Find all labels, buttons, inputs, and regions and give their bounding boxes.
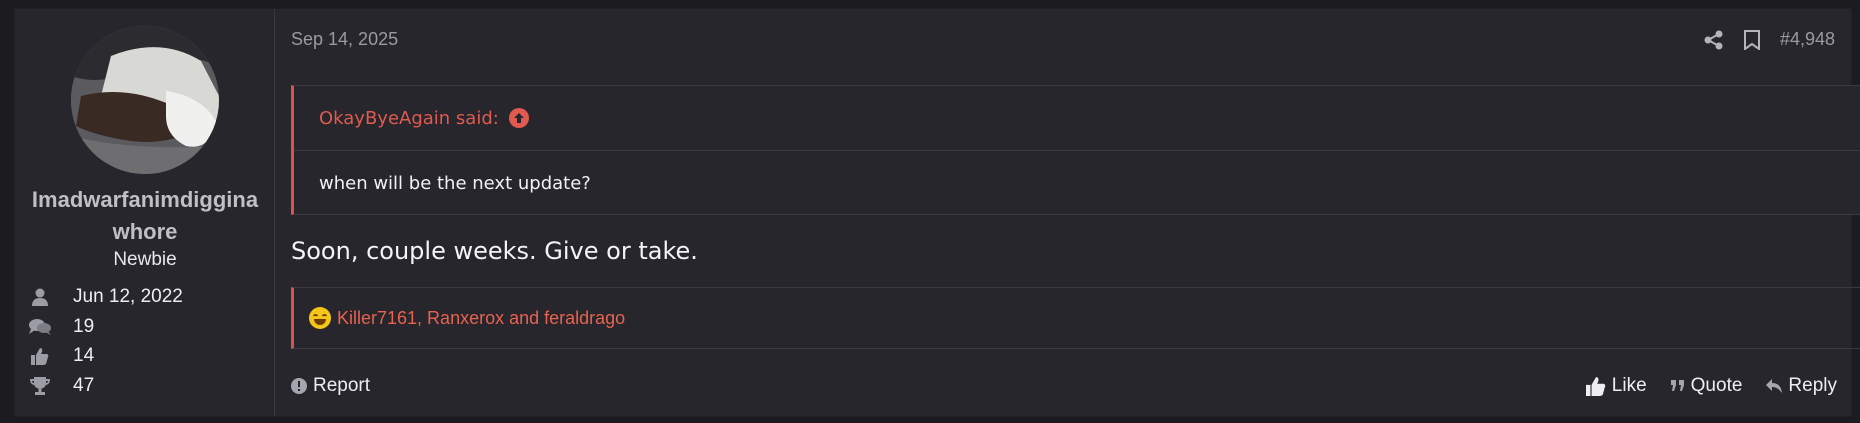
reply-label: Reply xyxy=(1788,375,1837,396)
post-actions-top: #4,948 xyxy=(1704,29,1835,50)
post-main: Sep 14, 2025 #4,948 OkayByeAgain said: w… xyxy=(275,9,1860,416)
trophy-icon xyxy=(27,375,53,397)
joined-date: Jun 12, 2022 xyxy=(73,286,183,307)
messages-count: 19 xyxy=(73,316,95,337)
username-line-2: whore xyxy=(112,219,178,244)
user-icon xyxy=(27,286,53,308)
comments-icon xyxy=(27,316,53,338)
post-message: Soon, couple weeks. Give or take. xyxy=(291,237,698,265)
share-icon[interactable] xyxy=(1704,30,1724,50)
points-count: 47 xyxy=(73,375,95,396)
like-button[interactable]: Like xyxy=(1585,375,1647,397)
reactions-bar[interactable]: Killer7161, Ranxerox and feraldrago xyxy=(291,287,1860,349)
post-footer: Report Like Quote Reply xyxy=(291,372,1837,400)
user-sidebar: Imadwarfanimdiggina whore Newbie Jun 12,… xyxy=(15,9,275,416)
stat-points: 47 xyxy=(27,373,94,399)
bookmark-icon[interactable] xyxy=(1743,29,1760,50)
post-date[interactable]: Sep 14, 2025 xyxy=(291,29,398,50)
report-button[interactable]: Report xyxy=(291,375,370,397)
reply-icon xyxy=(1766,379,1783,393)
username-line-1: Imadwarfanimdiggina xyxy=(31,187,259,212)
post-number[interactable]: #4,948 xyxy=(1780,29,1835,50)
stat-joined: Jun 12, 2022 xyxy=(27,284,183,310)
like-label: Like xyxy=(1611,375,1647,396)
quote-header[interactable]: OkayByeAgain said: xyxy=(294,86,1860,151)
quote-block: OkayByeAgain said: when will be the next… xyxy=(291,85,1860,215)
report-label: Report xyxy=(313,375,371,396)
quote-label: Quote xyxy=(1690,375,1743,396)
username[interactable]: Imadwarfanimdiggina whore xyxy=(25,184,265,248)
reaction-users[interactable]: Killer7161, Ranxerox and feraldrago xyxy=(337,308,625,329)
forum-post: Imadwarfanimdiggina whore Newbie Jun 12,… xyxy=(14,8,1860,417)
quote-author[interactable]: OkayByeAgain said: xyxy=(319,108,499,129)
thumbs-up-icon xyxy=(27,345,53,367)
laughing-emoji-icon xyxy=(309,307,331,329)
arrow-up-icon[interactable] xyxy=(508,108,529,128)
avatar[interactable] xyxy=(71,26,219,174)
stat-reactions: 14 xyxy=(27,343,94,369)
thumbs-up-icon xyxy=(1585,376,1606,396)
quote-text: when will be the next update? xyxy=(319,172,591,194)
reactions-count: 14 xyxy=(73,345,95,366)
quote-button[interactable]: Quote xyxy=(1670,375,1743,397)
reply-button[interactable]: Reply xyxy=(1766,375,1837,397)
stat-messages: 19 xyxy=(27,314,94,340)
warning-icon xyxy=(291,378,307,394)
user-title: Newbie xyxy=(113,249,177,270)
quote-icon xyxy=(1670,380,1685,392)
